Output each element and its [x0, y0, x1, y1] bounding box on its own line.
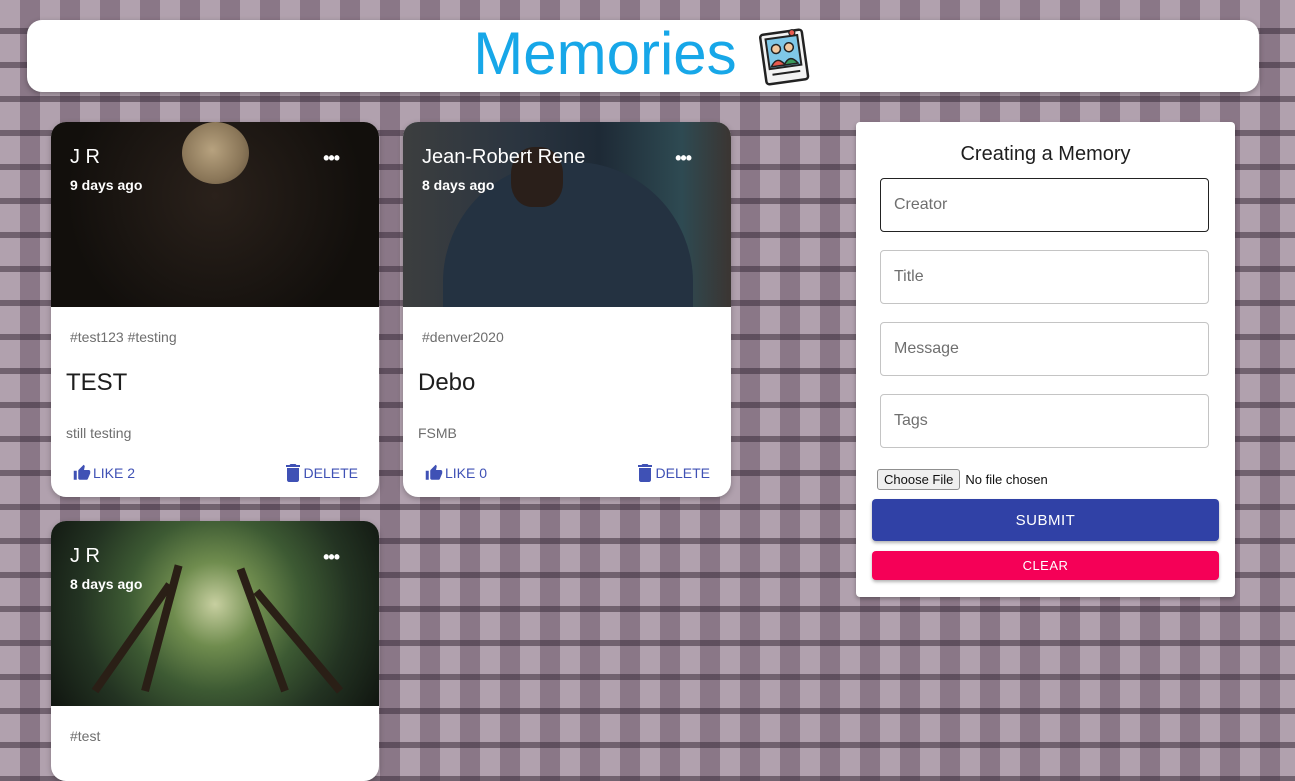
post-image: J R 9 days ago ••• [51, 122, 379, 307]
file-input: Choose File No file chosen [877, 469, 1048, 490]
like-label: LIKE 0 [445, 465, 488, 481]
title-field[interactable] [880, 250, 1209, 304]
creator-input[interactable] [881, 179, 1208, 231]
delete-button[interactable]: DELETE [285, 464, 358, 482]
choose-file-button[interactable]: Choose File [877, 469, 961, 490]
post-card: Jean-Robert Rene 8 days ago ••• #denver2… [403, 122, 731, 497]
thumb-up-icon [425, 464, 443, 480]
post-author: J R [70, 545, 100, 567]
app-title: Memories [473, 20, 737, 87]
delete-label: DELETE [655, 465, 710, 481]
delete-label: DELETE [303, 465, 358, 481]
tags-field[interactable] [880, 394, 1209, 448]
post-actions: LIKE 0 DELETE [403, 462, 731, 486]
memory-form: Creating a Memory Choose File No file ch… [856, 122, 1235, 597]
post-image: Jean-Robert Rene 8 days ago ••• [403, 122, 731, 307]
post-tags: #denver2020 [422, 329, 504, 345]
post-message: FSMB [418, 425, 457, 441]
post-tags: #test123 #testing [70, 329, 177, 345]
post-image: J R 8 days ago ••• [51, 521, 379, 706]
submit-button[interactable]: SUBMIT [872, 499, 1219, 541]
form-title: Creating a Memory [960, 143, 1131, 165]
thumb-up-icon [73, 464, 91, 480]
post-time: 8 days ago [70, 576, 143, 592]
post-time: 9 days ago [70, 177, 143, 193]
like-button[interactable]: LIKE 0 [425, 464, 487, 482]
tree-trunk [236, 567, 289, 693]
post-actions: LIKE 2 DELETE [51, 462, 379, 486]
file-status: No file chosen [965, 472, 1048, 487]
more-horizontal-icon[interactable]: ••• [675, 148, 692, 169]
trash-icon [637, 464, 652, 482]
tree-trunk [141, 564, 183, 693]
message-field[interactable] [880, 322, 1209, 376]
trash-icon [285, 464, 300, 482]
post-message: still testing [66, 425, 132, 441]
delete-button[interactable]: DELETE [637, 464, 710, 482]
post-card: J R 8 days ago ••• #test [51, 521, 379, 781]
photo-memories-icon [758, 28, 809, 86]
post-time: 8 days ago [422, 177, 495, 193]
post-title: Debo [418, 369, 476, 396]
post-author: J R [70, 146, 100, 168]
tags-input[interactable] [881, 395, 1208, 447]
more-horizontal-icon[interactable]: ••• [323, 148, 340, 169]
app-bar: Memories [27, 20, 1259, 92]
like-button[interactable]: LIKE 2 [73, 464, 135, 482]
post-tags: #test [70, 728, 101, 744]
more-horizontal-icon[interactable]: ••• [323, 547, 340, 568]
title-input[interactable] [881, 251, 1208, 303]
message-input[interactable] [881, 323, 1208, 375]
post-title: TEST [66, 369, 128, 396]
clear-button[interactable]: CLEAR [872, 551, 1219, 580]
creator-field[interactable] [880, 178, 1209, 232]
like-label: LIKE 2 [93, 465, 136, 481]
post-card: J R 9 days ago ••• #test123 #testing TES… [51, 122, 379, 497]
post-author: Jean-Robert Rene [422, 146, 586, 168]
moon-image [182, 122, 249, 184]
